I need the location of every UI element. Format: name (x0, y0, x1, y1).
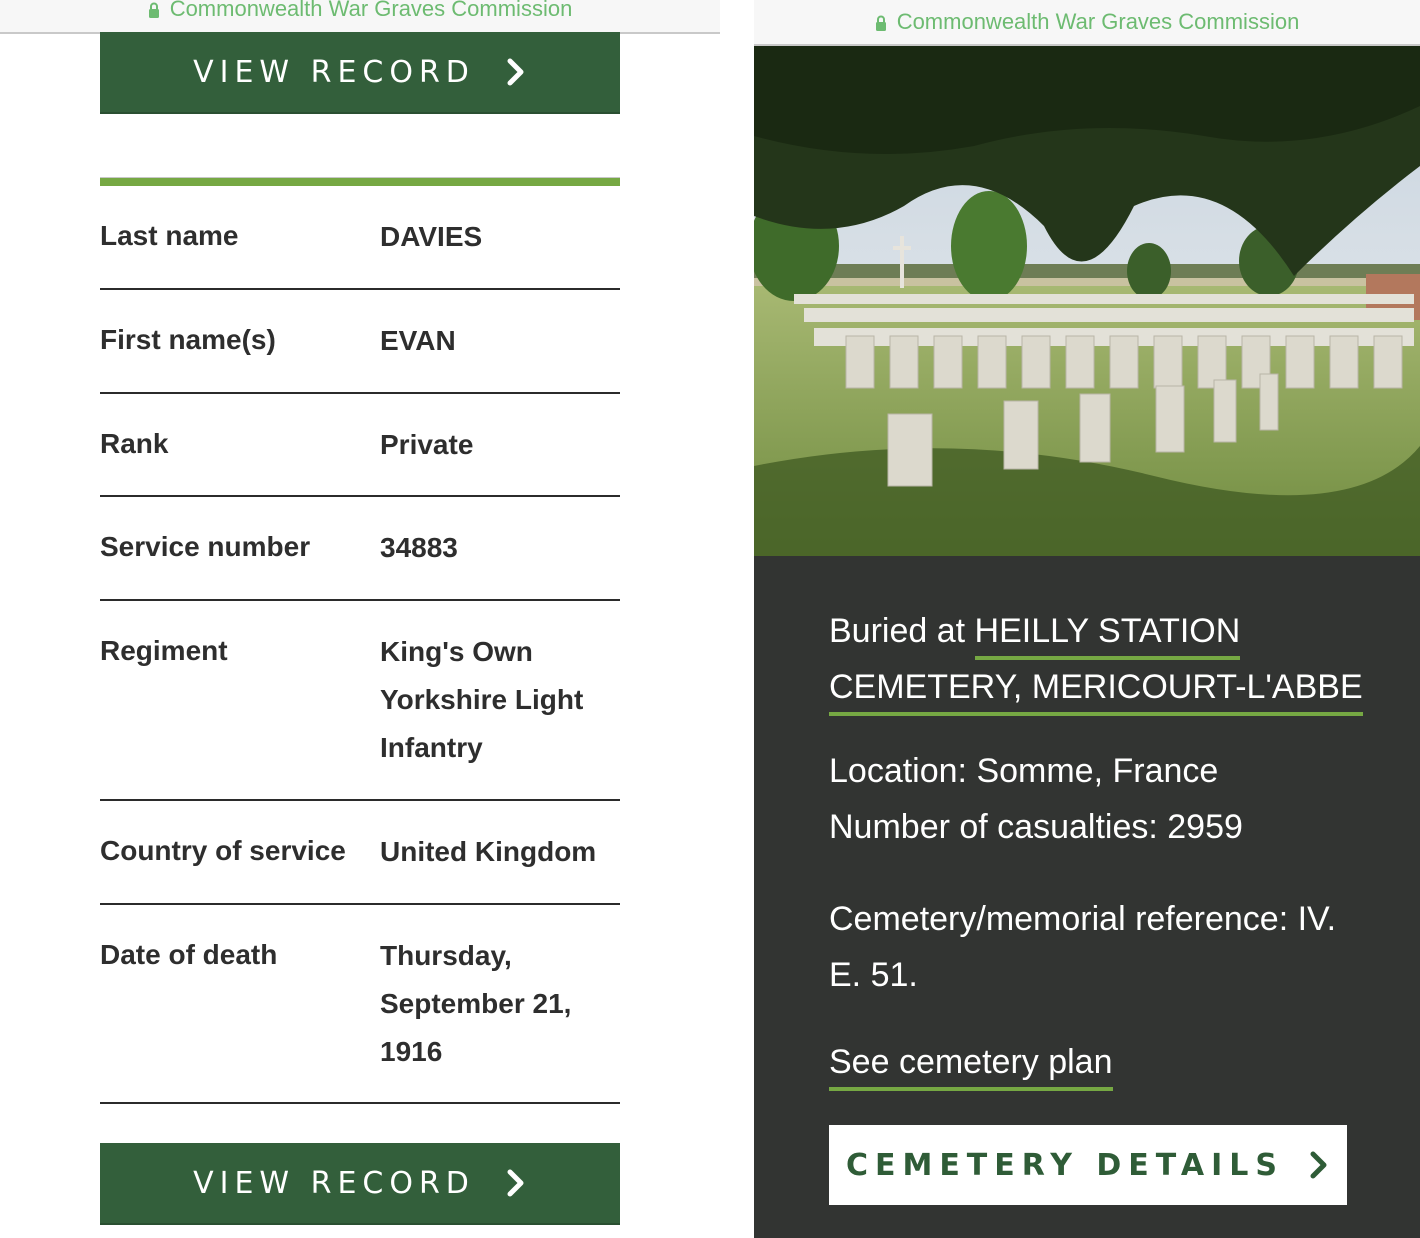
field-value: Thursday, September 21, 1916 (380, 940, 572, 1067)
field-label: Last name (100, 220, 239, 251)
cemetery-panel: Commonwealth War Graves Commission Burie… (754, 0, 1420, 1238)
lock-icon (875, 15, 886, 31)
view-record-button-top[interactable]: VIEW RECORD (100, 32, 620, 114)
field-value: King's Own Yorkshire Light Infantry (380, 636, 584, 763)
view-record-label: VIEW RECORD (193, 1165, 475, 1201)
view-record-label: VIEW RECORD (193, 54, 475, 90)
field-value: 34883 (380, 532, 458, 563)
browser-address-bar[interactable]: Commonwealth War Graves Commission (754, 0, 1420, 46)
cemetery-name-line2: CEMETERY, MERICOURT-L'ABBE (829, 668, 1363, 706)
field-value: DAVIES (380, 221, 483, 252)
see-cemetery-plan-wrapper: See cemetery plan (829, 1043, 1113, 1091)
field-label: Service number (100, 531, 311, 562)
browser-address-bar[interactable]: Commonwealth War Graves Commission (0, 0, 720, 34)
buried-prefix: Buried at (829, 612, 975, 650)
site-title: Commonwealth War Graves Commission (169, 0, 573, 21)
see-cemetery-plan-link[interactable]: See cemetery plan (829, 1043, 1113, 1091)
record-row-last-name: Last name DAVIES (100, 185, 620, 290)
field-label: Date of death (100, 939, 278, 970)
record-row-date-of-death: Date of death Thursday, September 21, 19… (100, 905, 620, 1104)
cemetery-name-line1: HEILLY STATION (974, 612, 1241, 650)
reference-line1: Cemetery/memorial reference: IV. (829, 900, 1337, 938)
cemetery-details-label: CEMETERY DETAILS (845, 1147, 1285, 1183)
panel-gap (720, 0, 754, 1238)
field-value: Private (380, 429, 474, 460)
record-row-regiment: Regiment King's Own Yorkshire Light Infa… (100, 601, 620, 801)
field-value: EVAN (380, 325, 456, 356)
location-text: Location: Somme, France (829, 752, 1219, 790)
record-row-country-of-service: Country of service United Kingdom (100, 801, 620, 905)
field-label: Country of service (100, 835, 346, 866)
chevron-right-icon (507, 58, 524, 86)
field-value: United Kingdom (380, 836, 597, 867)
record-row-service-number: Service number 34883 (100, 497, 620, 601)
reference-line2: E. 51. (829, 956, 918, 994)
field-label: First name(s) (100, 324, 276, 355)
field-label: Rank (100, 428, 169, 459)
site-title: Commonwealth War Graves Commission (896, 9, 1300, 34)
record-row-first-names: First name(s) EVAN (100, 290, 620, 394)
record-panel: Commonwealth War Graves Commission VIEW … (0, 0, 720, 1238)
cemetery-photo-illustration (754, 46, 1420, 556)
record-row-rank: Rank Private (100, 394, 620, 497)
field-label: Regiment (100, 635, 228, 666)
buried-at-text: Buried at HEILLY STATION CEMETERY, MERICO… (829, 603, 1369, 716)
cemetery-details-button[interactable]: CEMETERY DETAILS (829, 1125, 1347, 1205)
cemetery-photo (754, 46, 1420, 556)
casualties-text: Number of casualties: 2959 (829, 808, 1243, 846)
chevron-right-icon (507, 1169, 524, 1197)
lock-icon (148, 2, 159, 18)
chevron-right-icon (1310, 1151, 1327, 1179)
view-record-button-bottom[interactable]: VIEW RECORD (100, 1143, 620, 1225)
